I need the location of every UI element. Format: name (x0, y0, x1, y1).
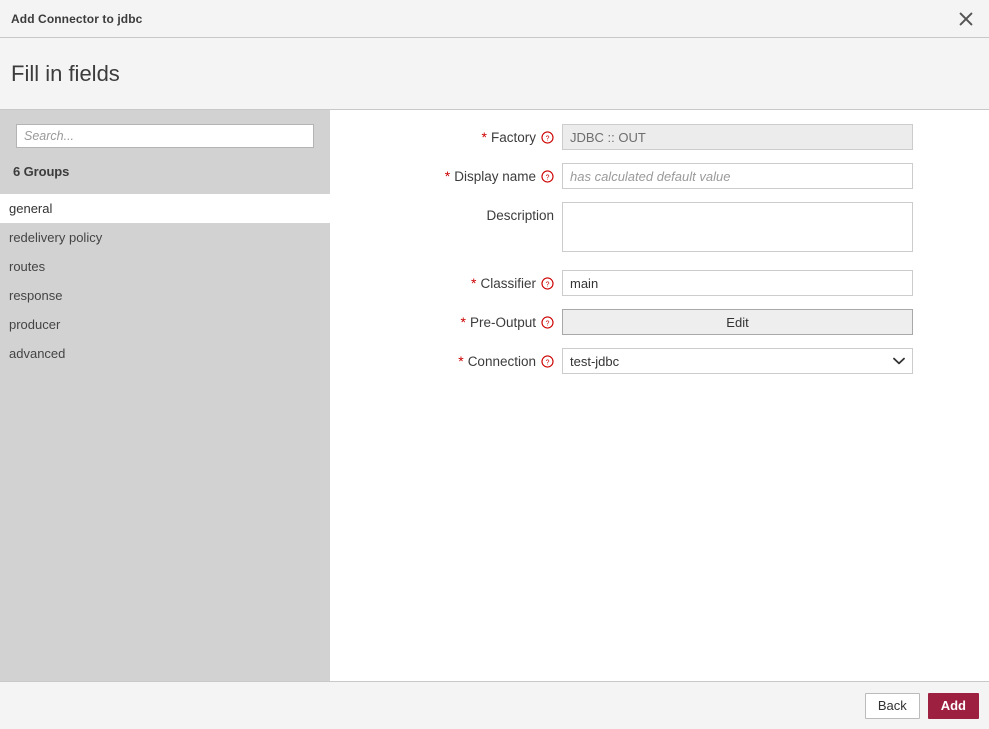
back-button[interactable]: Back (864, 692, 920, 719)
sidebar-item-advanced[interactable]: advanced (0, 339, 330, 368)
svg-text:?: ? (546, 135, 550, 142)
connection-select-value[interactable]: test-jdbc (562, 348, 913, 374)
required-marker: * (458, 353, 464, 369)
sidebar-item-label: response (9, 288, 63, 303)
required-marker: * (471, 275, 477, 291)
search-container (0, 110, 330, 148)
sidebar-item-label: routes (9, 259, 46, 274)
add-connector-dialog: Add Connector to jdbc Fill in fields 6 G… (0, 0, 989, 729)
form-row-connection: * Connection ? test-jdbc (330, 348, 989, 374)
field-label-display-name: * Display name ? (330, 163, 562, 189)
field-wrap-display-name (562, 163, 913, 189)
display-name-field[interactable] (562, 163, 913, 189)
dialog-footer: Back Add (0, 682, 989, 729)
dialog-title: Add Connector to jdbc (11, 11, 143, 26)
help-circle-icon[interactable]: ? (541, 354, 554, 368)
sidebar-item-label: advanced (9, 346, 66, 361)
field-label-factory: * Factory ? (330, 124, 562, 150)
label-text: Pre-Output (469, 314, 536, 330)
form-row-pre-output: * Pre-Output ? Edit (330, 309, 989, 335)
label-text: Connection (467, 353, 536, 369)
page-title: Fill in fields (11, 60, 120, 86)
search-input[interactable] (16, 124, 314, 148)
groups-count-label: 6 Groups (13, 164, 70, 179)
add-button[interactable]: Add (927, 692, 979, 719)
sidebar-item-label: producer (9, 317, 61, 332)
help-circle-icon[interactable]: ? (541, 169, 554, 183)
form-row-description: Description (330, 202, 989, 257)
factory-field (562, 124, 913, 150)
field-wrap-factory (562, 124, 913, 150)
classifier-field[interactable] (562, 270, 913, 296)
sidebar-item-response[interactable]: response (0, 281, 330, 310)
label-text: Classifier (480, 275, 536, 291)
close-icon[interactable] (953, 6, 979, 32)
help-circle-icon[interactable]: ? (541, 315, 554, 329)
group-list: general redelivery policy routes respons… (0, 194, 330, 368)
field-wrap-description (562, 202, 913, 257)
help-circle-icon[interactable]: ? (541, 130, 554, 144)
sidebar-item-label: redelivery policy (9, 230, 103, 245)
field-label-description: Description (330, 202, 562, 228)
label-text: Factory (490, 129, 536, 145)
svg-text:?: ? (546, 174, 550, 181)
dialog-titlebar: Add Connector to jdbc (0, 0, 989, 38)
description-field[interactable] (562, 202, 913, 252)
form-row-factory: * Factory ? (330, 124, 989, 150)
connection-select[interactable]: test-jdbc (562, 348, 913, 374)
required-marker: * (444, 168, 451, 184)
sidebar-item-label: general (9, 201, 53, 216)
groups-sidebar: 6 Groups general redelivery policy route… (0, 110, 330, 681)
required-marker: * (481, 129, 487, 145)
required-marker: * (460, 314, 466, 330)
field-wrap-pre-output: Edit (562, 309, 913, 335)
form-row-classifier: * Classifier ? (330, 270, 989, 296)
field-wrap-connection: test-jdbc (562, 348, 913, 374)
field-label-pre-output: * Pre-Output ? (330, 309, 562, 335)
connector-form: * Factory ? * Display na (330, 110, 989, 681)
sidebar-item-general[interactable]: general (0, 194, 330, 223)
sidebar-item-routes[interactable]: routes (0, 252, 330, 281)
dialog-header-band: Fill in fields (0, 38, 989, 110)
pre-output-edit-button[interactable]: Edit (562, 309, 913, 335)
svg-text:?: ? (546, 281, 550, 288)
field-wrap-classifier (562, 270, 913, 296)
label-text: Description (486, 207, 554, 223)
field-label-connection: * Connection ? (330, 348, 562, 374)
help-circle-icon[interactable]: ? (541, 276, 554, 290)
sidebar-item-producer[interactable]: producer (0, 310, 330, 339)
svg-text:?: ? (546, 359, 550, 366)
form-row-display-name: * Display name ? (330, 163, 989, 189)
field-label-classifier: * Classifier ? (330, 270, 562, 296)
svg-text:?: ? (546, 320, 550, 327)
sidebar-item-redelivery-policy[interactable]: redelivery policy (0, 223, 330, 252)
dialog-body: 6 Groups general redelivery policy route… (0, 110, 989, 682)
label-text: Display name (454, 168, 536, 184)
